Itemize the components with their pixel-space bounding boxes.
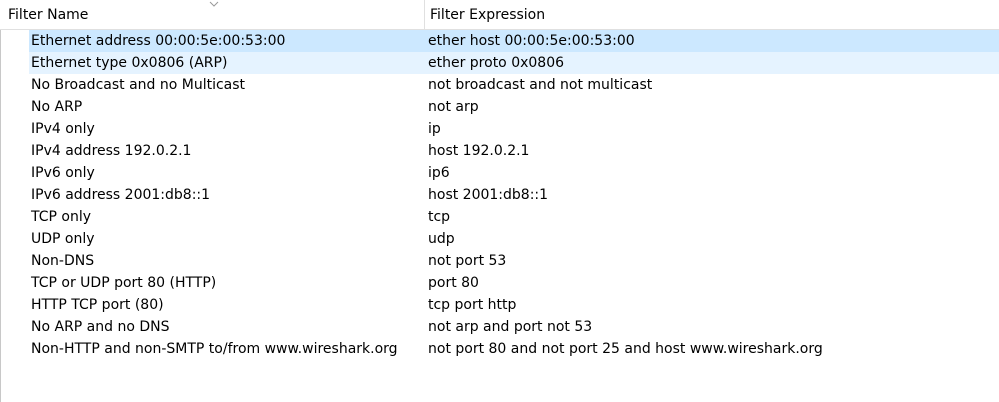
filter-name-cell: Non-HTTP and non-SMTP to/from www.wiresh… xyxy=(31,341,398,357)
filter-name-cell: Non-DNS xyxy=(31,253,95,269)
filter-name-cell: Ethernet address 00:00:5e:00:53:00 xyxy=(31,33,286,49)
filter-expression-cell: ether proto 0x0806 xyxy=(428,55,565,71)
filter-expression-cell: ether host 00:00:5e:00:53:00 xyxy=(428,33,635,49)
header-filter-expression[interactable]: Filter Expression xyxy=(425,0,999,30)
filter-rows: Ethernet address 00:00:5e:00:53:00 ether… xyxy=(0,30,999,360)
filter-name-cell: TCP or UDP port 80 (HTTP) xyxy=(31,275,217,291)
filter-name-cell: No ARP and no DNS xyxy=(31,319,170,335)
table-row[interactable]: No ARP not arp xyxy=(0,96,999,118)
filter-name-cell: UDP only xyxy=(31,231,95,247)
table-row[interactable]: IPv6 only ip6 xyxy=(0,162,999,184)
table-row[interactable]: UDP only udp xyxy=(0,228,999,250)
table-row[interactable]: IPv4 address 192.0.2.1 host 192.0.2.1 xyxy=(0,140,999,162)
column-header: Filter Name Filter Expression xyxy=(0,0,999,30)
filter-expression-cell: udp xyxy=(428,231,455,247)
header-filter-name-label: Filter Name xyxy=(8,7,89,23)
filter-list-view: Filter Name Filter Expression Ethernet a… xyxy=(0,0,999,402)
table-row[interactable]: No ARP and no DNS not arp and port not 5… xyxy=(0,316,999,338)
table-row[interactable]: Non-HTTP and non-SMTP to/from www.wiresh… xyxy=(0,338,999,360)
filter-name-cell: TCP only xyxy=(31,209,92,225)
filter-name-cell: IPv4 only xyxy=(31,121,95,137)
filter-expression-cell: ip xyxy=(428,121,441,137)
filter-expression-cell: not port 80 and not port 25 and host www… xyxy=(428,341,823,357)
filter-expression-cell: host 192.0.2.1 xyxy=(428,143,530,159)
filter-expression-cell: port 80 xyxy=(428,275,479,291)
table-row[interactable]: HTTP TCP port (80) tcp port http xyxy=(0,294,999,316)
filter-name-cell: Ethernet type 0x0806 (ARP) xyxy=(31,55,228,71)
table-row[interactable]: IPv4 only ip xyxy=(0,118,999,140)
filter-name-cell: No Broadcast and no Multicast xyxy=(31,77,246,93)
table-row[interactable]: Non-DNS not port 53 xyxy=(0,250,999,272)
table-row[interactable]: TCP only tcp xyxy=(0,206,999,228)
filter-expression-cell: not arp xyxy=(428,99,479,115)
filter-name-cell: HTTP TCP port (80) xyxy=(31,297,164,313)
filter-expression-cell: not arp and port not 53 xyxy=(428,319,593,335)
header-filter-expression-label: Filter Expression xyxy=(430,7,546,23)
table-row[interactable]: TCP or UDP port 80 (HTTP) port 80 xyxy=(0,272,999,294)
table-row[interactable]: IPv6 address 2001:db8::1 host 2001:db8::… xyxy=(0,184,999,206)
filter-expression-cell: ip6 xyxy=(428,165,450,181)
table-row[interactable]: Ethernet type 0x0806 (ARP) ether proto 0… xyxy=(29,52,999,74)
filter-expression-cell: not broadcast and not multicast xyxy=(428,77,653,93)
table-row[interactable]: No Broadcast and no Multicast not broadc… xyxy=(0,74,999,96)
filter-expression-cell: not port 53 xyxy=(428,253,507,269)
chevron-down-icon xyxy=(209,1,219,7)
filter-name-cell: No ARP xyxy=(31,99,83,115)
filter-name-cell: IPv6 address 2001:db8::1 xyxy=(31,187,211,203)
filter-expression-cell: host 2001:db8::1 xyxy=(428,187,549,203)
filter-expression-cell: tcp port http xyxy=(428,297,517,313)
table-row[interactable]: Ethernet address 00:00:5e:00:53:00 ether… xyxy=(29,30,999,52)
filter-name-cell: IPv4 address 192.0.2.1 xyxy=(31,143,192,159)
filter-expression-cell: tcp xyxy=(428,209,451,225)
filter-name-cell: IPv6 only xyxy=(31,165,95,181)
